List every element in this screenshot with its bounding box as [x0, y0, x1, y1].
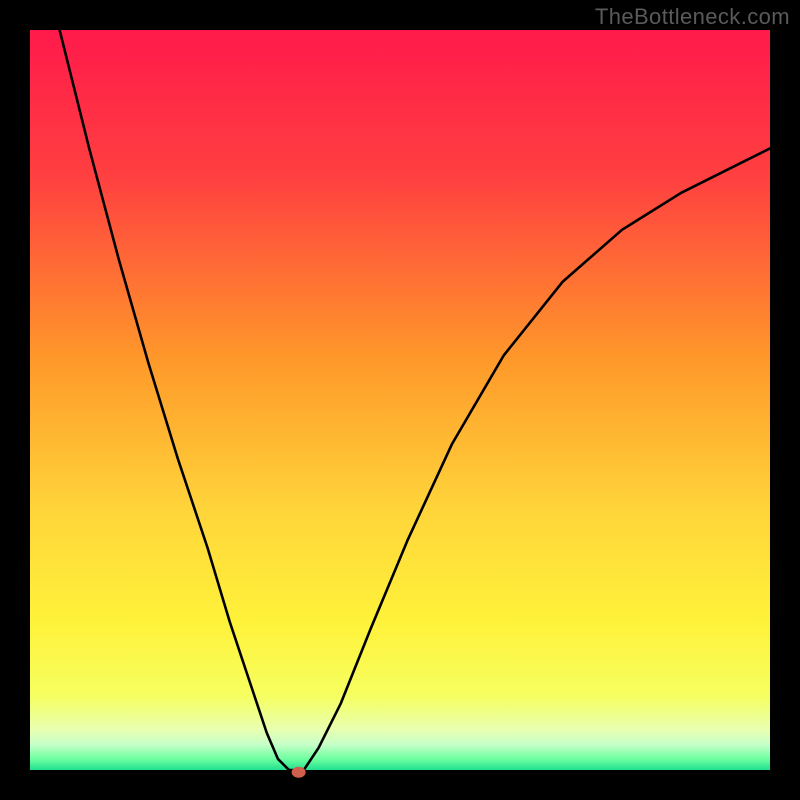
chart-frame: TheBottleneck.com — [0, 0, 800, 800]
optimum-marker — [292, 767, 306, 778]
watermark-text: TheBottleneck.com — [595, 4, 790, 30]
bottleneck-chart — [0, 0, 800, 800]
plot-background — [30, 30, 770, 770]
